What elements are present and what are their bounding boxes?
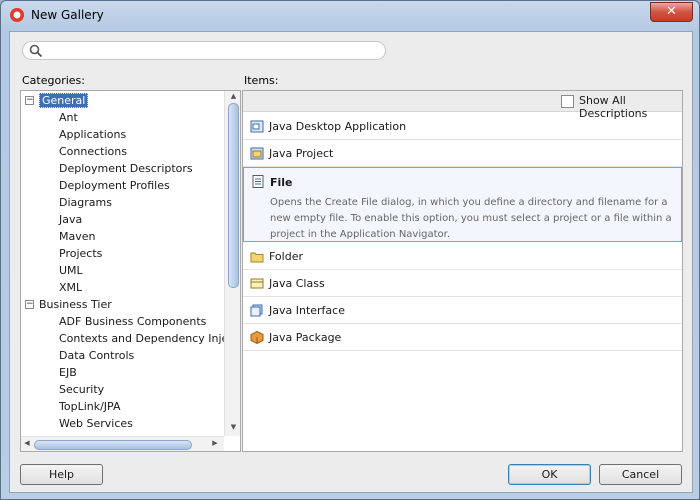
gallery-item[interactable]: File Opens the Create File dialog, in whi… — [243, 167, 682, 242]
horizontal-scroll-thumb[interactable] — [34, 440, 192, 450]
tree-item[interactable]: Maven — [59, 228, 95, 245]
tree-item[interactable]: Applications — [59, 126, 126, 143]
close-button[interactable]: ✕ — [650, 2, 693, 22]
items-list[interactable]: Show All Descriptions Java Desktop Appli… — [242, 90, 683, 452]
file-icon — [251, 175, 265, 188]
gallery-item-label: Java Class — [269, 277, 325, 290]
tree-item-label: Applications — [59, 128, 127, 141]
items-header: Show All Descriptions — [243, 91, 682, 120]
tree-item-label: Deployment Profiles — [59, 179, 170, 192]
tree-item[interactable]: TopLink/JPA — [59, 398, 121, 415]
collapse-icon[interactable]: − — [25, 300, 34, 309]
items-label: Items: — [244, 74, 279, 87]
tree-item[interactable]: Data Controls — [59, 347, 134, 364]
tree-item-label: Projects — [59, 247, 103, 260]
tree-item[interactable]: EJB — [59, 364, 77, 381]
tree-item-label: Security — [59, 383, 105, 396]
java-class-icon — [250, 277, 264, 290]
tree-item-label: TopLink/JPA — [59, 400, 121, 413]
tree-item-label: EJB — [59, 366, 77, 379]
tree-item[interactable]: Deployment Profiles — [59, 177, 170, 194]
tree-item[interactable]: Projects — [59, 245, 102, 262]
horizontal-scrollbar[interactable]: ◀ ▶ — [21, 436, 224, 451]
app-logo-icon — [10, 8, 24, 22]
tree-item-label: Connections — [59, 145, 127, 158]
java-interface-icon — [250, 304, 264, 317]
gallery-item-label: Folder — [269, 250, 303, 263]
tree-item-label: Maven — [59, 230, 96, 243]
tree-item[interactable]: Contexts and Dependency Injecti — [59, 330, 241, 347]
scroll-down-icon[interactable]: ▼ — [225, 423, 240, 431]
folder-icon — [250, 250, 264, 263]
title-bar[interactable]: New Gallery ✕ — [1, 1, 699, 29]
java-project-icon — [250, 147, 264, 160]
tree-item-label: XML — [59, 281, 83, 294]
vertical-scroll-thumb[interactable] — [228, 103, 239, 288]
scroll-left-icon[interactable]: ◀ — [21, 439, 33, 447]
tree-item[interactable]: Deployment Descriptors — [59, 160, 193, 177]
tree-item-label: Web Services — [59, 417, 133, 430]
tree-item[interactable]: Ant — [59, 109, 78, 126]
gallery-item[interactable]: Java Package — [243, 324, 682, 351]
java-package-icon — [250, 330, 264, 345]
search-field[interactable] — [22, 41, 386, 60]
search-icon — [29, 44, 43, 58]
tree-item[interactable]: ADF Business Components — [59, 313, 206, 330]
help-button[interactable]: Help — [20, 464, 103, 485]
window-title: New Gallery — [31, 8, 104, 22]
tree-item-label: Deployment Descriptors — [59, 162, 193, 175]
tree-item-label: ADF Business Components — [59, 315, 207, 328]
tree-item[interactable]: Connections — [59, 143, 127, 160]
gallery-item-label: Java Desktop Application — [269, 120, 407, 133]
gallery-item-label: Java Interface — [269, 304, 345, 317]
tree-item[interactable]: Diagrams — [59, 194, 112, 211]
categories-tree[interactable]: General − Ant Applications Connections Deploy… — [20, 90, 241, 452]
gallery-item-label: File — [270, 176, 293, 189]
new-gallery-dialog: New Gallery ✕ Categories: Items: General… — [0, 0, 700, 500]
tree-group[interactable]: General — [39, 92, 89, 109]
scroll-up-icon[interactable]: ▲ — [225, 92, 240, 100]
gallery-item-label: Java Project — [269, 147, 334, 160]
tree-item-label: General — [39, 93, 89, 108]
tree-item-label: Data Controls — [59, 349, 135, 362]
gallery-item[interactable]: Java Class — [243, 270, 682, 297]
tree-item[interactable]: UML — [59, 262, 83, 279]
tree-item[interactable]: XML — [59, 279, 82, 296]
show-all-descriptions[interactable]: Show All Descriptions — [561, 94, 681, 120]
scroll-right-icon[interactable]: ▶ — [209, 439, 221, 447]
tree-item-label: Diagrams — [59, 196, 112, 209]
tree-item-label: Contexts and Dependency Injecti — [59, 332, 241, 345]
tree-item[interactable]: Web Services — [59, 415, 133, 432]
categories-label: Categories: — [22, 74, 85, 87]
gallery-item-label: Java Package — [269, 331, 342, 344]
gallery-item[interactable]: Folder — [243, 243, 682, 270]
cancel-button[interactable]: Cancel — [599, 464, 682, 485]
tree-item-label: Java — [59, 213, 83, 226]
tree-item-label: Business Tier — [39, 298, 112, 311]
search-input[interactable] — [47, 43, 377, 58]
dialog-content: Categories: Items: General − Ant Applicatio… — [9, 31, 693, 493]
collapse-icon[interactable]: − — [25, 96, 34, 105]
tree-group[interactable]: Business Tier — [39, 296, 112, 313]
gallery-item[interactable]: Java Project — [243, 140, 682, 167]
tree-item-label: UML — [59, 264, 83, 277]
gallery-item[interactable]: Java Interface — [243, 297, 682, 324]
ok-button[interactable]: OK — [508, 464, 591, 485]
gallery-item[interactable]: Java Desktop Application — [243, 113, 682, 140]
tree-item[interactable]: Security — [59, 381, 104, 398]
gallery-item-description: Opens the Create File dialog, in which y… — [270, 197, 672, 240]
vertical-scrollbar[interactable]: ▲ ▼ — [224, 91, 240, 436]
tree-item-label: Ant — [59, 111, 78, 124]
tree-item[interactable]: Java — [59, 211, 82, 228]
show-all-checkbox[interactable] — [561, 95, 574, 108]
desktop-app-icon — [250, 120, 264, 133]
